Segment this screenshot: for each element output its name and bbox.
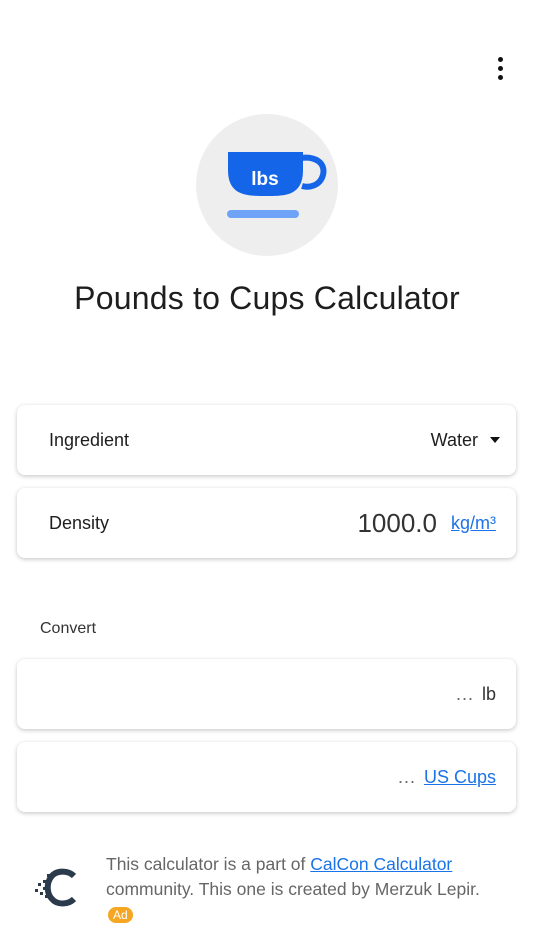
- more-options-button[interactable]: [484, 52, 516, 84]
- pounds-unit: lb: [481, 683, 496, 704]
- ingredient-value: Water: [430, 429, 478, 450]
- dropdown-arrow-icon: [490, 437, 500, 443]
- calcon-logo-icon: [35, 868, 77, 907]
- app-logo: lbs: [196, 114, 338, 256]
- cups-unit-link[interactable]: US Cups: [424, 767, 496, 788]
- pounds-card: lb: [17, 659, 516, 729]
- density-label: Density: [49, 513, 110, 533]
- ad-badge: Ad: [108, 907, 133, 924]
- footer-text-middle: community. This one is created by Merzuk…: [106, 879, 480, 899]
- more-vert-icon: [497, 56, 503, 62]
- footer-text-before: This calculator is a part of: [106, 854, 311, 874]
- calcon-link[interactable]: CalCon Calculator: [310, 854, 452, 874]
- pounds-input[interactable]: [173, 683, 474, 705]
- ingredient-label: Ingredient: [49, 430, 130, 450]
- density-unit-link[interactable]: kg/m³: [451, 513, 496, 534]
- cups-card: US Cups: [17, 742, 516, 812]
- page-title: Pounds to Cups Calculator: [74, 280, 460, 316]
- density-card: Density kg/m³: [17, 488, 516, 558]
- convert-section-label: Convert: [40, 620, 97, 637]
- ingredient-dropdown[interactable]: Water: [431, 405, 500, 475]
- footer-text: This calculator is a part of CalCon Calc…: [106, 852, 486, 927]
- logo-cup-text: lbs: [251, 169, 278, 190]
- ingredient-selector[interactable]: Ingredient Water: [17, 405, 516, 475]
- density-input[interactable]: [337, 507, 437, 539]
- footer: This calculator is a part of CalCon Calc…: [34, 852, 504, 927]
- cup-icon: lbs: [227, 152, 327, 218]
- cups-input[interactable]: [115, 766, 416, 788]
